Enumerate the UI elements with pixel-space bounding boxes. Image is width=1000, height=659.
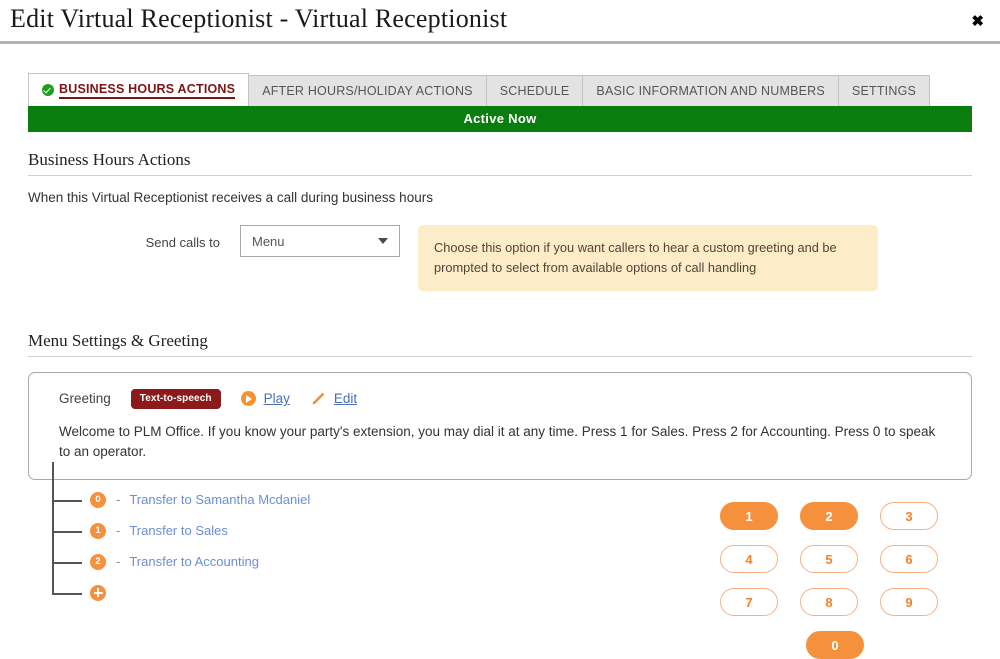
chevron-down-icon [378,238,388,244]
dialpad-row: 4 5 6 [720,545,950,574]
dialpad-row: 7 8 9 [720,588,950,617]
greeting-label: Greeting [59,391,111,407]
page-header: Edit Virtual Receptionist - Virtual Rece… [0,0,1000,44]
dialpad-key-3[interactable]: 3 [880,502,938,531]
page-title: Edit Virtual Receptionist - Virtual Rece… [10,4,508,33]
menu-options-area: 0 - Transfer to Samantha Mcdaniel 1 - Tr… [28,462,972,659]
add-option-row[interactable] [28,507,668,608]
tab-after-hours-holiday-actions[interactable]: AFTER HOURS/HOLIDAY ACTIONS [248,75,487,106]
tab-label: SCHEDULE [499,84,570,98]
status-badge: Active Now [28,106,972,132]
dialpad-key-9[interactable]: 9 [880,588,938,617]
section-title-business-hours: Business Hours Actions [28,132,972,176]
edit-greeting-button[interactable]: Edit [310,391,357,407]
close-icon[interactable]: ✖ [967,12,988,31]
dialpad-key-8[interactable]: 8 [800,588,858,617]
send-calls-select[interactable]: Menu [240,225,400,257]
check-circle-icon [42,84,54,96]
tab-label: SETTINGS [851,84,917,98]
menu-settings-section: Menu Settings & Greeting [28,313,972,357]
tab-label: AFTER HOURS/HOLIDAY ACTIONS [262,84,473,98]
dialpad-row: 1 2 3 [720,502,950,531]
list-item[interactable]: 2 - Transfer to Accounting [28,492,668,577]
greeting-text: Welcome to PLM Office. If you know your … [59,423,936,459]
option-key-badge: 0 [90,491,106,508]
dialpad-key-7[interactable]: 7 [720,588,778,617]
greeting-header-row: Greeting Text-to-speech Play Edit [59,388,953,409]
edit-label: Edit [333,391,358,407]
business-hours-description: When this Virtual Receptionist receives … [28,190,433,205]
tab-bar: BUSINESS HOURS ACTIONS AFTER HOURS/HOLID… [0,73,1000,106]
option-action-link[interactable]: Transfer to Samantha Mcdaniel [129,492,310,507]
play-icon [240,391,256,407]
option-key-badge: 1 [90,522,106,539]
send-calls-selected-value: Menu [252,233,285,249]
tab-list: BUSINESS HOURS ACTIONS AFTER HOURS/HOLID… [28,73,1000,106]
tab-schedule[interactable]: SCHEDULE [485,75,584,106]
option-action-link[interactable]: Transfer to Accounting [129,554,259,569]
dialpad: 1 2 3 4 5 6 7 8 9 0 [720,502,950,659]
dialpad-key-1[interactable]: 1 [720,502,778,531]
dialpad-key-4[interactable]: 4 [720,545,778,574]
menu-option-tree: 0 - Transfer to Samantha Mcdaniel 1 - Tr… [28,462,668,608]
section-title-menu-settings: Menu Settings & Greeting [28,313,972,357]
tab-settings[interactable]: SETTINGS [837,75,931,106]
separator: - [116,492,121,508]
send-calls-row: Send calls to Menu Choose this option if… [28,225,972,291]
info-callout: Choose this option if you want callers t… [418,225,878,291]
greeting-card: Greeting Text-to-speech Play Edit Welcom… [28,371,972,481]
tree-connector-icon [52,507,82,596]
play-label: Play [263,391,290,407]
dialpad-row: 0 [720,631,950,659]
dialpad-key-6[interactable]: 6 [880,545,938,574]
dialpad-key-0[interactable]: 0 [806,631,864,659]
tab-basic-information-and-numbers[interactable]: BASIC INFORMATION AND NUMBERS [582,75,839,106]
add-option-icon[interactable] [90,584,106,601]
pencil-icon [312,392,325,405]
separator: - [116,523,121,539]
option-key-badge: 2 [90,553,106,570]
send-calls-label: Send calls to [145,235,220,250]
separator: - [116,554,121,570]
tab-business-hours-actions[interactable]: BUSINESS HOURS ACTIONS [28,73,250,106]
tab-label: BUSINESS HOURS ACTIONS [59,82,236,99]
dialpad-key-2[interactable]: 2 [800,502,858,531]
option-action-link[interactable]: Transfer to Sales [129,523,228,538]
business-hours-section: Business Hours Actions When this Virtual… [28,132,972,205]
list-item[interactable]: 0 - Transfer to Samantha Mcdaniel [28,462,668,515]
dialpad-key-5[interactable]: 5 [800,545,858,574]
tab-label: BASIC INFORMATION AND NUMBERS [596,84,825,98]
play-greeting-button[interactable]: Play [240,391,290,407]
list-item[interactable]: 1 - Transfer to Sales [28,477,668,546]
text-to-speech-badge: Text-to-speech [130,388,221,409]
